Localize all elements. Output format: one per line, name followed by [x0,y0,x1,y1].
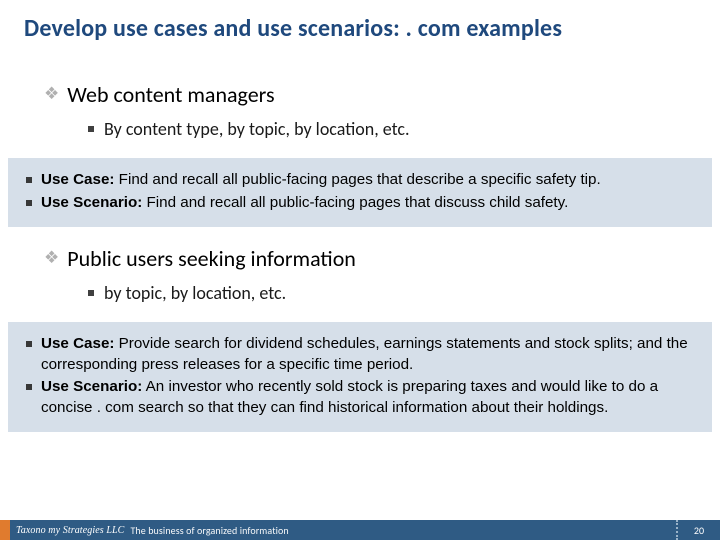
square-icon [26,177,32,183]
footer-tagline: The business of organized information [130,524,288,537]
group1-heading: Web content managers [67,81,274,108]
section-public-users: ❖ Public users seeking information by to… [0,245,720,304]
uc-label: Use Case: [41,171,114,188]
box1-usescenario: Use Scenario: Find and recall all public… [41,193,698,214]
uc-text: Find and recall all public-facing pages … [114,171,600,188]
group2-sub: by topic, by location, etc. [104,282,286,304]
box-row: Use Scenario: An investor who recently s… [22,377,698,418]
square-icon [88,126,94,132]
us-label: Use Scenario: [41,194,142,211]
section-web-content-managers: ❖ Web content managers By content type, … [0,81,720,140]
diamond-icon: ❖ [44,85,59,102]
box-row: Use Case: Find and recall all public-fac… [22,170,698,191]
box-row: Use Scenario: Find and recall all public… [22,193,698,214]
group1-sub: By content type, by topic, by location, … [104,118,410,140]
usecase-box-2: Use Case: Provide search for dividend sc… [8,322,712,432]
bullet-row: ❖ Public users seeking information [0,245,720,272]
us-text: Find and recall all public-facing pages … [142,194,568,211]
bullet-row: ❖ Web content managers [0,81,720,108]
box1-usecase: Use Case: Find and recall all public-fac… [41,170,698,191]
square-icon [88,290,94,296]
footer: Taxono my Strategies LLC The business of… [0,520,720,540]
footer-accent [0,520,10,540]
page-number: 20 [676,520,720,540]
sub-bullet-row: by topic, by location, etc. [0,282,720,304]
uc-text: Provide search for dividend schedules, e… [41,335,688,373]
square-icon [26,341,32,347]
square-icon [26,200,32,206]
uc-label: Use Case: [41,335,114,352]
box-row: Use Case: Provide search for dividend sc… [22,334,698,375]
sub-bullet-row: By content type, by topic, by location, … [0,118,720,140]
box2-usecase: Use Case: Provide search for dividend sc… [41,334,698,375]
us-label: Use Scenario: [41,378,142,395]
square-icon [26,384,32,390]
diamond-icon: ❖ [44,249,59,266]
group2-heading: Public users seeking information [67,245,356,272]
box2-usescenario: Use Scenario: An investor who recently s… [41,377,698,418]
slide-title: Develop use cases and use scenarios: . c… [0,0,720,43]
usecase-box-1: Use Case: Find and recall all public-fac… [8,158,712,227]
footer-bar: Taxono my Strategies LLC The business of… [10,520,676,540]
footer-company: Taxono my Strategies LLC [16,525,124,536]
